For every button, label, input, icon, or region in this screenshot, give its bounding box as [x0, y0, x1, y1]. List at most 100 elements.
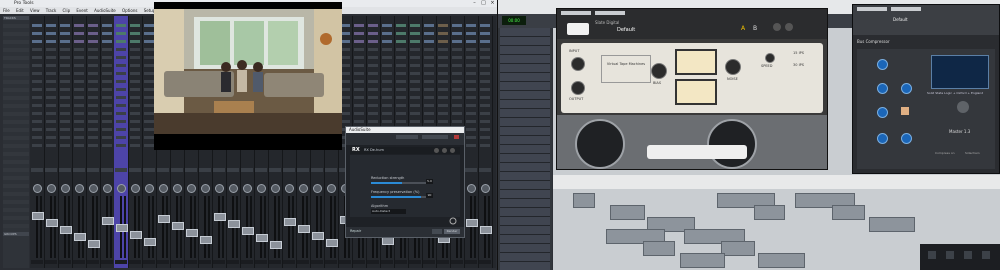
pan-knob[interactable] [215, 184, 224, 193]
insert-slot[interactable] [410, 80, 420, 83]
insert-slot[interactable] [452, 40, 462, 43]
insert-slot[interactable] [382, 32, 392, 35]
insert-slot[interactable] [452, 80, 462, 83]
insert-slot[interactable] [480, 88, 490, 91]
fader-cap[interactable] [172, 222, 184, 230]
insert-slot[interactable] [116, 32, 126, 35]
insert-slot[interactable] [60, 56, 70, 59]
insert-slot[interactable] [144, 112, 154, 115]
insert-slot[interactable] [116, 40, 126, 43]
fader-cap[interactable] [284, 218, 296, 226]
insert-slot[interactable] [396, 112, 406, 115]
insert-slot[interactable] [130, 40, 140, 43]
insert-slot[interactable] [130, 48, 140, 51]
insert-slot[interactable] [74, 24, 84, 27]
insert-slot[interactable] [88, 136, 98, 139]
edit-track-header[interactable] [500, 208, 550, 217]
edit-track-header[interactable] [500, 46, 550, 55]
noise-knob[interactable] [725, 59, 741, 75]
insert-slot[interactable] [466, 64, 476, 67]
insert-slot[interactable] [466, 112, 476, 115]
insert-slot[interactable] [368, 72, 378, 75]
edit-track-header[interactable] [500, 226, 550, 235]
fader-cap[interactable] [144, 238, 156, 246]
insert-slot[interactable] [130, 24, 140, 27]
insert-slot[interactable] [88, 56, 98, 59]
insert-slot[interactable] [382, 96, 392, 99]
insert-slot[interactable] [452, 48, 462, 51]
insert-slot[interactable] [144, 88, 154, 91]
insert-slot[interactable] [74, 80, 84, 83]
insert-slot[interactable] [438, 72, 448, 75]
speed-switch[interactable] [765, 53, 775, 63]
edit-track-header[interactable] [500, 64, 550, 73]
insert-slot[interactable] [438, 40, 448, 43]
insert-slot[interactable] [438, 96, 448, 99]
insert-slot[interactable] [32, 136, 42, 139]
insert-slot[interactable] [74, 136, 84, 139]
settings-icon[interactable] [434, 148, 439, 153]
insert-slot[interactable] [130, 112, 140, 115]
audio-clip[interactable] [754, 205, 785, 220]
channel-name[interactable] [213, 168, 225, 172]
insert-slot[interactable] [116, 104, 126, 107]
insert-slot[interactable] [88, 120, 98, 123]
insert-slot[interactable] [102, 40, 112, 43]
insert-slot[interactable] [354, 104, 364, 107]
audiosuite-plugin-select[interactable] [422, 135, 448, 139]
insert-slot[interactable] [382, 88, 392, 91]
insert-slot[interactable] [480, 40, 490, 43]
transport-controls[interactable] [920, 244, 1000, 270]
insert-slot[interactable] [396, 96, 406, 99]
insert-slot[interactable] [116, 72, 126, 75]
insert-slot[interactable] [46, 88, 56, 91]
insert-slot[interactable] [396, 120, 406, 123]
insert-slot[interactable] [452, 32, 462, 35]
insert-slot[interactable] [368, 56, 378, 59]
insert-slot[interactable] [102, 72, 112, 75]
edit-track-header[interactable] [500, 172, 550, 181]
insert-slot[interactable] [74, 64, 84, 67]
channel-name[interactable] [283, 168, 295, 172]
insert-slot[interactable] [32, 88, 42, 91]
insert-slot[interactable] [354, 40, 364, 43]
insert-slot[interactable] [424, 120, 434, 123]
insert-slot[interactable] [452, 88, 462, 91]
insert-slot[interactable] [382, 112, 392, 115]
help-icon[interactable] [442, 148, 447, 153]
insert-slot[interactable] [382, 56, 392, 59]
ratio-knob[interactable] [877, 107, 888, 118]
insert-slot[interactable] [102, 128, 112, 131]
menu-view[interactable]: View [30, 7, 40, 14]
fader-cap[interactable] [256, 234, 268, 242]
insert-slot[interactable] [480, 80, 490, 83]
audio-clip[interactable] [721, 241, 755, 256]
insert-slot[interactable] [396, 64, 406, 67]
insert-slot[interactable] [32, 32, 42, 35]
edit-track-header[interactable] [500, 145, 550, 154]
insert-slot[interactable] [60, 112, 70, 115]
fader-cap[interactable] [32, 212, 44, 220]
edit-track-header[interactable] [500, 109, 550, 118]
insert-slot[interactable] [480, 24, 490, 27]
insert-slot[interactable] [368, 104, 378, 107]
edit-track-header[interactable] [500, 163, 550, 172]
insert-slot[interactable] [60, 24, 70, 27]
insert-slot[interactable] [46, 24, 56, 27]
insert-slot[interactable] [410, 104, 420, 107]
pan-knob[interactable] [481, 184, 490, 193]
channel-name[interactable] [269, 168, 281, 172]
algorithm-dropdown[interactable]: Auto-Detect [371, 209, 406, 214]
pan-knob[interactable] [187, 184, 196, 193]
insert-slot[interactable] [354, 96, 364, 99]
insert-slot[interactable] [424, 80, 434, 83]
close-icon[interactable]: × [488, 0, 497, 7]
reduction-strength-value[interactable]: 5.0 [426, 179, 433, 184]
insert-slot[interactable] [144, 136, 154, 139]
insert-slot[interactable] [466, 104, 476, 107]
pan-knob[interactable] [467, 184, 476, 193]
plugin2-toggle2[interactable]: Sidechain [965, 151, 980, 155]
fader-cap[interactable] [46, 219, 58, 227]
insert-slot[interactable] [466, 80, 476, 83]
insert-slot[interactable] [46, 144, 56, 147]
